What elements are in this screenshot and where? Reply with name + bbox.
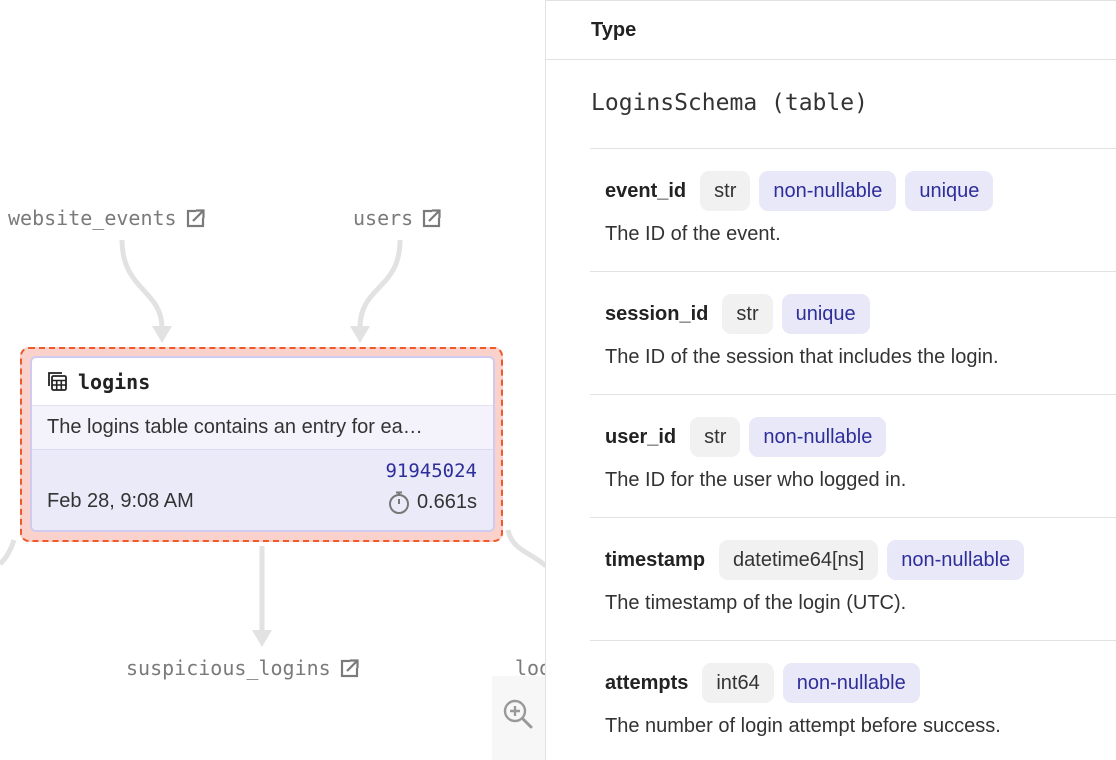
- downstream-node-suspicious-logins[interactable]: suspicious_logins: [126, 656, 360, 680]
- edge-logins-to-right: [505, 529, 546, 568]
- type-column-header: Type: [591, 19, 637, 41]
- external-link-icon[interactable]: [422, 208, 443, 228]
- schema-field-attempts: attempts int64 non-nullable The number o…: [590, 640, 1116, 760]
- field-tag-chip: non-nullable: [887, 540, 1025, 580]
- field-type-chip: str: [700, 171, 751, 211]
- edge-arrow: [252, 630, 272, 647]
- schema-field-event-id: event_id str non-nullable unique The ID …: [590, 148, 1116, 271]
- external-link-icon[interactable]: [340, 658, 360, 678]
- lineage-graph[interactable]: website_events users logins The logins t…: [0, 0, 546, 760]
- field-tag-chip: unique: [781, 294, 870, 334]
- field-type-chip: datetime64[ns]: [719, 540, 879, 580]
- field-description: The ID for the user who logged in.: [605, 469, 907, 491]
- node-label-text: users: [353, 206, 414, 230]
- row-count: 91945024: [385, 460, 477, 482]
- external-link-icon[interactable]: [186, 208, 206, 228]
- field-name: event_id: [605, 179, 687, 202]
- node-footer: 91945024 Feb 28, 9:08 AM 0.661s: [32, 450, 493, 530]
- upstream-node-website-events[interactable]: website_events: [8, 206, 206, 230]
- field-type-chip: str: [722, 294, 773, 334]
- upstream-node-users[interactable]: users: [353, 206, 443, 230]
- node-card-logins[interactable]: logins The logins table contains an entr…: [30, 356, 495, 532]
- schema-field-session-id: session_id str unique The ID of the sess…: [590, 271, 1116, 394]
- stopwatch-icon: [388, 491, 409, 514]
- table-icon: [48, 372, 67, 391]
- node-header: logins: [32, 358, 493, 406]
- field-tag-chip: unique: [905, 171, 994, 211]
- field-name: session_id: [605, 302, 709, 325]
- edge-users-to-logins: [357, 239, 403, 329]
- schema-field-timestamp: timestamp datetime64[ns] non-nullable Th…: [590, 517, 1116, 640]
- field-type-chip: str: [690, 417, 741, 457]
- edge-arrow: [350, 326, 370, 343]
- schema-field-user-id: user_id str non-nullable The ID for the …: [590, 394, 1116, 517]
- schema-title: LoginsSchema (table): [591, 90, 868, 116]
- zoom-in-icon[interactable]: [502, 698, 534, 730]
- zoom-controls: [492, 676, 546, 760]
- node-title: logins: [78, 369, 151, 394]
- field-name: timestamp: [605, 548, 706, 571]
- field-tag-chip: non-nullable: [749, 417, 887, 457]
- edge-arrow: [152, 326, 172, 343]
- updated-timestamp: Feb 28, 9:08 AM: [47, 490, 194, 512]
- field-type-chip: int64: [702, 663, 774, 703]
- field-tag-chip: non-nullable: [782, 663, 920, 703]
- node-description: The logins table contains an entry for e…: [32, 406, 493, 450]
- edge-website-events-to-logins: [119, 239, 165, 329]
- field-description: The number of login attempt before succe…: [605, 715, 1001, 737]
- edge-left-offscreen: [0, 539, 17, 566]
- field-description: The ID of the session that includes the …: [605, 346, 999, 368]
- field-description: The ID of the event.: [605, 223, 781, 245]
- field-name: user_id: [605, 425, 677, 448]
- node-label-text: website_events: [8, 206, 177, 230]
- field-name: attempts: [605, 671, 689, 694]
- schema-field-list: event_id str non-nullable unique The ID …: [590, 148, 1116, 760]
- field-description: The timestamp of the login (UTC).: [605, 592, 907, 614]
- node-label-text: suspicious_logins: [126, 656, 331, 680]
- schema-panel[interactable]: Type LoginsSchema (table) event_id str n…: [545, 0, 1116, 760]
- run-duration: 0.661s: [387, 490, 477, 514]
- duration-value: 0.661s: [416, 490, 477, 513]
- field-tag-chip: non-nullable: [759, 171, 897, 211]
- panel-header: Type: [546, 0, 1116, 60]
